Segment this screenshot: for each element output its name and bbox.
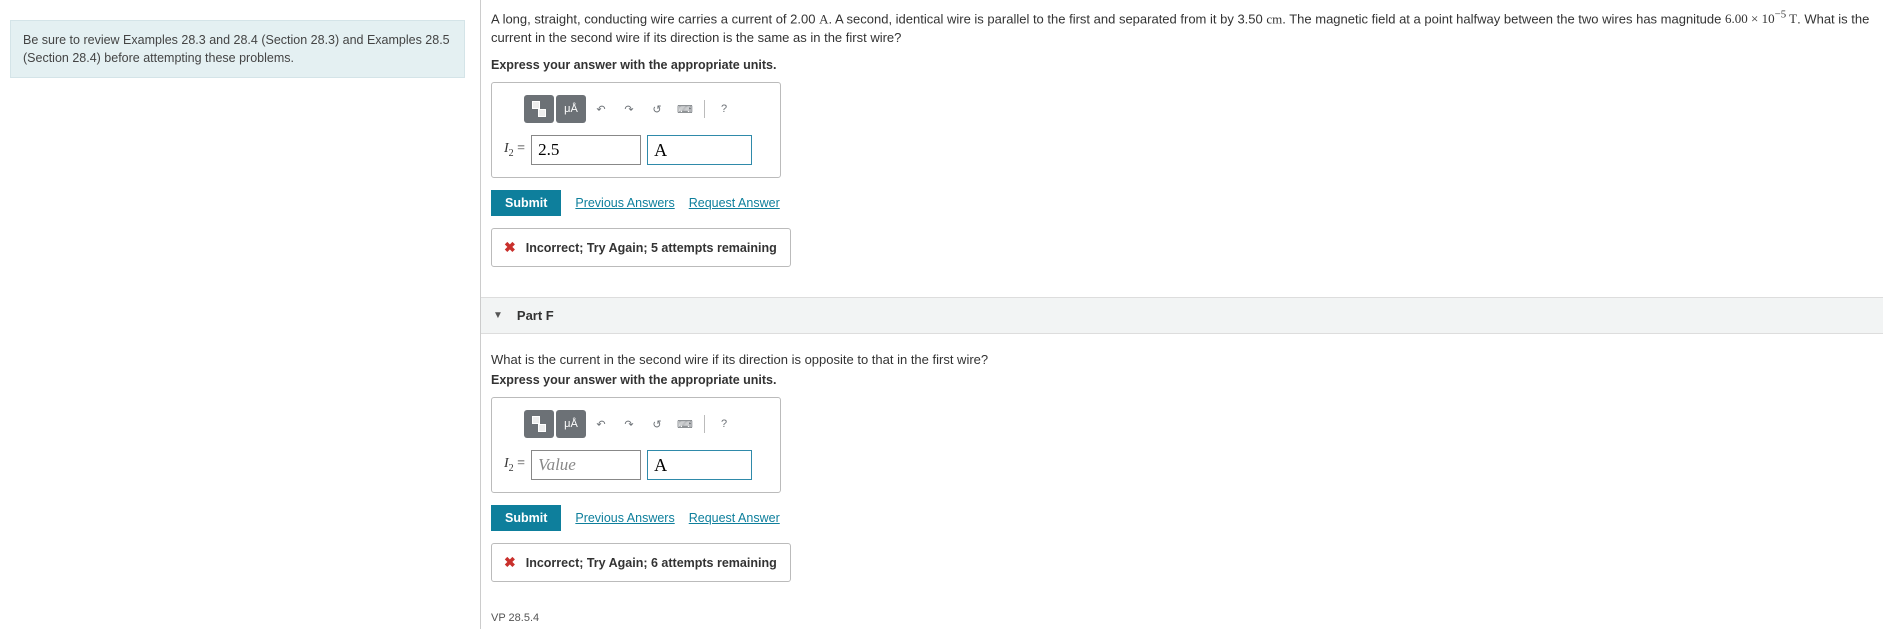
keyboard-icon[interactable]: ⌨ [672,95,698,123]
toolbar-separator [704,415,705,433]
equation-toolbar: μÅ ↶ ↷ ↺ ⌨ ? [524,95,768,123]
instruction-text: Express your answer with the appropriate… [491,58,1873,72]
part-f-question: What is the current in the second wire i… [491,352,1873,367]
part-f-title: Part F [517,308,554,323]
reset-icon[interactable]: ↺ [644,410,670,438]
previous-answers-link-f[interactable]: Previous Answers [575,511,674,525]
feedback-text-f: Incorrect; Try Again; 6 attempts remaini… [526,556,777,570]
submit-button-f[interactable]: Submit [491,505,561,531]
fraction-tool-icon[interactable] [524,95,554,123]
instruction-text-f: Express your answer with the appropriate… [491,373,1873,387]
variable-label: I2 = [504,141,525,159]
undo-icon[interactable]: ↶ [588,95,614,123]
request-answer-link-f[interactable]: Request Answer [689,511,780,525]
unit-input-e[interactable] [647,135,752,165]
redo-icon[interactable]: ↷ [616,410,642,438]
reset-icon[interactable]: ↺ [644,95,670,123]
feedback-text-e: Incorrect; Try Again; 5 attempts remaini… [526,241,777,255]
incorrect-icon: ✖ [504,554,516,571]
answer-box-f: μÅ ↶ ↷ ↺ ⌨ ? I2 = [491,397,781,493]
undo-icon[interactable]: ↶ [588,410,614,438]
variable-label-f: I2 = [504,456,525,474]
problem-statement: A long, straight, conducting wire carrie… [491,0,1873,52]
part-f-header[interactable]: ▼ Part F [481,297,1883,334]
unit-input-f[interactable] [647,450,752,480]
feedback-box-f: ✖ Incorrect; Try Again; 6 attempts remai… [491,543,791,582]
toolbar-separator [704,100,705,118]
units-tool-icon[interactable]: μÅ [556,410,586,438]
incorrect-icon: ✖ [504,239,516,256]
problem-id: VP 28.5.4 [491,612,1873,624]
help-icon[interactable]: ? [711,410,737,438]
caret-down-icon: ▼ [493,310,503,321]
redo-icon[interactable]: ↷ [616,95,642,123]
fraction-tool-icon[interactable] [524,410,554,438]
help-icon[interactable]: ? [711,95,737,123]
previous-answers-link[interactable]: Previous Answers [575,196,674,210]
submit-button[interactable]: Submit [491,190,561,216]
equation-toolbar-f: μÅ ↶ ↷ ↺ ⌨ ? [524,410,768,438]
keyboard-icon[interactable]: ⌨ [672,410,698,438]
review-tip: Be sure to review Examples 28.3 and 28.4… [10,20,465,78]
value-input-e[interactable] [531,135,641,165]
feedback-box-e: ✖ Incorrect; Try Again; 5 attempts remai… [491,228,791,267]
request-answer-link[interactable]: Request Answer [689,196,780,210]
answer-box-e: μÅ ↶ ↷ ↺ ⌨ ? I2 = [491,82,781,178]
value-input-f[interactable] [531,450,641,480]
units-tool-icon[interactable]: μÅ [556,95,586,123]
